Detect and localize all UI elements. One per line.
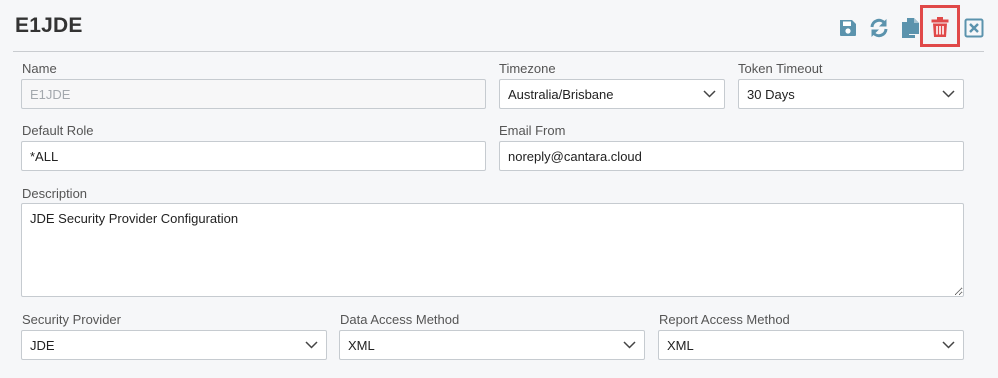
email-from-field[interactable]: noreply@cantara.cloud [499,141,964,171]
data-access-method-value: XML [348,337,375,353]
chevron-down-icon [941,87,955,101]
close-icon [964,18,984,38]
timezone-select[interactable]: Australia/Brisbane [499,79,725,109]
refresh-icon [870,18,888,38]
report-access-method-select[interactable]: XML [658,330,964,360]
default-role-value: *ALL [30,148,59,164]
email-from-label: Email From [499,123,566,138]
data-access-method-label: Data Access Method [340,312,460,327]
header-divider [13,51,984,52]
chevron-down-icon [622,338,636,352]
copy-icon [902,18,919,38]
name-field[interactable]: E1JDE [21,79,486,109]
token-timeout-label: Token Timeout [738,61,823,76]
description-textarea[interactable]: JDE Security Provider Configuration [21,203,964,297]
delete-button[interactable] [928,15,952,39]
refresh-button[interactable] [867,16,891,40]
name-value: E1JDE [30,86,71,102]
save-button[interactable] [836,16,860,40]
token-timeout-value: 30 Days [747,86,795,102]
token-timeout-select[interactable]: 30 Days [738,79,964,109]
trash-icon [931,17,949,37]
close-button[interactable] [962,16,986,40]
description-label: Description [22,186,88,201]
name-label: Name [22,61,57,76]
email-from-value: noreply@cantara.cloud [508,148,642,164]
chevron-down-icon [941,338,955,352]
chevron-down-icon [304,338,318,352]
report-access-method-label: Report Access Method [659,312,790,327]
timezone-label: Timezone [499,61,556,76]
timezone-value: Australia/Brisbane [508,86,614,102]
report-access-method-value: XML [667,337,694,353]
default-role-field[interactable]: *ALL [21,141,486,171]
default-role-label: Default Role [22,123,94,138]
page-title: E1JDE [15,14,83,37]
save-icon [840,20,856,36]
security-provider-select[interactable]: JDE [21,330,327,360]
data-access-method-select[interactable]: XML [339,330,645,360]
chevron-down-icon [702,87,716,101]
security-provider-value: JDE [30,337,55,353]
security-provider-label: Security Provider [22,312,121,327]
panel-header: E1JDE [0,0,998,52]
